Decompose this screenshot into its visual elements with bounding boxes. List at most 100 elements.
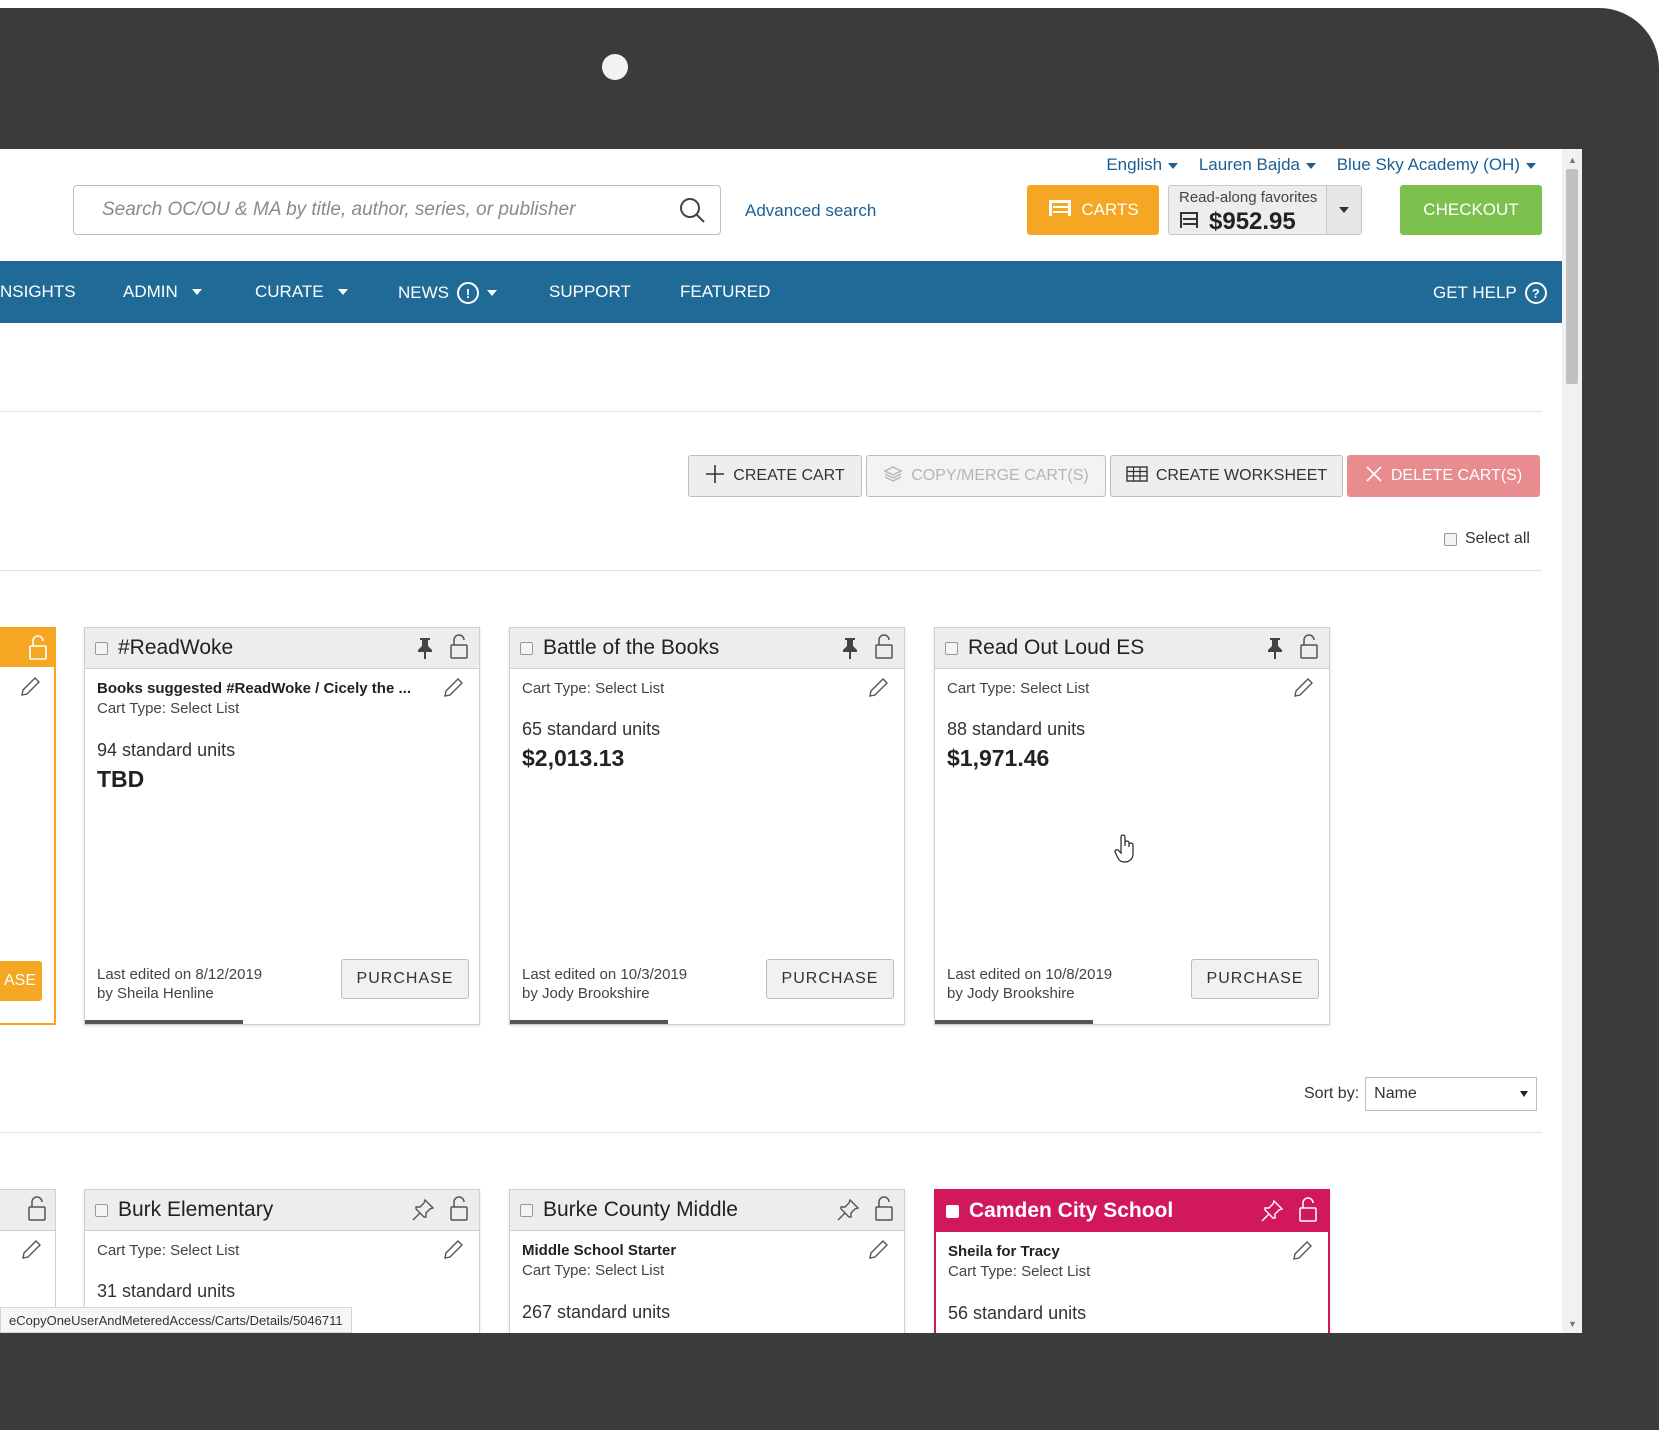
nav-news[interactable]: NEWS! (398, 282, 497, 304)
card-cart-type: Cart Type: Select List (522, 1262, 665, 1279)
card-units: 88 standard units (947, 719, 1086, 739)
language-menu[interactable]: English (1106, 155, 1179, 174)
cart-card-partial[interactable]: ASE (0, 627, 56, 1025)
copy-merge-carts-button[interactable]: COPY/MERGE CART(S) (866, 455, 1106, 497)
lock-icon[interactable] (874, 634, 894, 665)
lock-icon[interactable] (874, 1196, 894, 1227)
nav-curate[interactable]: CURATE (255, 282, 348, 302)
nav-featured[interactable]: FEATURED (680, 282, 770, 302)
lock-icon[interactable] (449, 1196, 469, 1227)
card-title[interactable]: Read Out Loud ES (968, 636, 1144, 660)
card-checkbox[interactable] (520, 1203, 533, 1217)
pencil-icon[interactable] (1291, 676, 1315, 705)
sort-select[interactable]: Name (1365, 1077, 1538, 1111)
pencil-icon[interactable] (866, 676, 890, 705)
cart-card[interactable]: Battle of the Books Cart Type: Select Li… (509, 627, 905, 1025)
layers-icon (883, 465, 903, 488)
checkout-button[interactable]: CHECKOUT (1400, 185, 1542, 235)
divider (0, 1132, 1542, 1133)
select-all-checkbox[interactable] (1444, 532, 1457, 546)
search-input[interactable] (74, 186, 664, 234)
card-title[interactable]: Battle of the Books (543, 636, 719, 660)
scroll-down-icon[interactable]: ▼ (1568, 1319, 1577, 1329)
purchase-button[interactable]: ASE (0, 961, 42, 1001)
lock-icon[interactable] (1299, 634, 1319, 665)
pin-outline-icon[interactable] (411, 1198, 435, 1227)
create-cart-button[interactable]: CREATE CART (688, 455, 862, 497)
school-menu[interactable]: Blue Sky Academy (OH) (1337, 155, 1536, 174)
nav-insights[interactable]: NSIGHTS (0, 282, 76, 302)
nav-curate-label: CURATE (255, 282, 324, 301)
card-checkbox[interactable] (945, 641, 958, 655)
active-cart-selector[interactable]: Read-along favorites $952.95 (1168, 185, 1362, 235)
cart-dropdown-toggle[interactable] (1326, 186, 1361, 234)
edited-date: Last edited on 10/8/2019 (947, 966, 1113, 983)
card-header: Burke County Middle (510, 1190, 904, 1231)
card-units: 31 standard units (97, 1281, 236, 1301)
create-worksheet-button[interactable]: CREATE WORKSHEET (1110, 455, 1343, 497)
card-header (0, 1190, 55, 1231)
cart-card[interactable]: #ReadWoke Books suggested #ReadWoke / Ci… (84, 627, 480, 1025)
nav-support[interactable]: SUPPORT (549, 282, 631, 302)
table-icon (1126, 465, 1148, 487)
vertical-scrollbar[interactable]: ▲ ▼ (1562, 149, 1582, 1333)
purchase-button[interactable]: PURCHASE (1191, 959, 1319, 999)
pin-icon[interactable] (1265, 636, 1285, 665)
search-icon[interactable] (678, 196, 706, 229)
card-cart-type: Cart Type: Select List (947, 680, 1090, 697)
purchase-button[interactable]: PURCHASE (766, 959, 894, 999)
nav-news-label: NEWS (398, 283, 449, 302)
card-checkbox[interactable] (946, 1204, 959, 1218)
scroll-up-icon[interactable]: ▲ (1568, 155, 1577, 165)
lock-icon[interactable] (27, 1196, 47, 1227)
pencil-icon[interactable] (19, 1238, 43, 1267)
card-cart-type: Cart Type: Select List (97, 700, 240, 717)
advanced-search-link[interactable]: Advanced search (745, 201, 876, 221)
cart-card[interactable]: Burke County Middle Middle School Starte… (509, 1189, 905, 1333)
pin-icon[interactable] (415, 636, 435, 665)
create-worksheet-label: CREATE WORKSHEET (1155, 467, 1328, 484)
card-checkbox[interactable] (95, 641, 108, 655)
card-title[interactable]: #ReadWoke (118, 636, 233, 660)
pencil-icon[interactable] (441, 676, 465, 705)
carts-button[interactable]: CARTS (1027, 185, 1159, 235)
pin-icon[interactable] (840, 636, 860, 665)
select-all[interactable]: Select all (1444, 530, 1530, 548)
nav-get-help[interactable]: GET HELP? (1433, 282, 1547, 304)
scrollbar-thumb[interactable] (1566, 169, 1578, 384)
laptop-bezel: English Lauren Bajda Blue Sky Academy (O… (0, 8, 1659, 1430)
top-bar: English Lauren Bajda Blue Sky Academy (O… (0, 149, 1562, 261)
pin-outline-icon[interactable] (1260, 1199, 1284, 1228)
search-box (73, 185, 721, 235)
pencil-icon[interactable] (18, 675, 42, 704)
main-nav: NSIGHTS ADMIN CURATE NEWS! SUPPORT FEATU… (0, 261, 1562, 323)
card-checkbox[interactable] (520, 641, 533, 655)
cart-card[interactable]: Read Out Loud ES Cart Type: Select List … (934, 627, 1330, 1025)
card-last-edited: Last edited on 8/12/2019 by Sheila Henlin… (97, 965, 262, 1003)
lock-icon[interactable] (1298, 1197, 1318, 1228)
account-links: English Lauren Bajda Blue Sky Academy (O… (1090, 155, 1536, 175)
chevron-down-icon (1305, 162, 1316, 169)
card-title[interactable]: Camden City School (969, 1199, 1173, 1223)
carts-label: CARTS (1081, 200, 1139, 219)
card-title[interactable]: Burk Elementary (118, 1198, 273, 1222)
card-title[interactable]: Burke County Middle (543, 1198, 738, 1222)
lock-icon[interactable] (449, 634, 469, 665)
card-price: TBD (97, 766, 145, 792)
delete-carts-button[interactable]: DELETE CART(S) (1347, 455, 1540, 497)
pencil-icon[interactable] (1290, 1239, 1314, 1268)
pencil-icon[interactable] (441, 1238, 465, 1267)
pencil-icon[interactable] (866, 1238, 890, 1267)
cart-card-active[interactable]: Camden City School Sheila for Tracy Cart… (934, 1189, 1330, 1333)
purchase-button[interactable]: PURCHASE (341, 959, 469, 999)
nav-featured-label: FEATURED (680, 282, 771, 301)
nav-admin[interactable]: ADMIN (123, 282, 202, 302)
card-header: Read Out Loud ES (935, 628, 1329, 669)
pin-outline-icon[interactable] (836, 1198, 860, 1227)
help-icon: ? (1524, 282, 1547, 304)
card-checkbox[interactable] (95, 1203, 108, 1217)
lock-icon[interactable] (28, 635, 48, 666)
sort-control: Sort by: Name (1304, 1077, 1538, 1111)
card-price: $1,971.46 (947, 745, 1050, 771)
user-menu[interactable]: Lauren Bajda (1199, 155, 1316, 174)
